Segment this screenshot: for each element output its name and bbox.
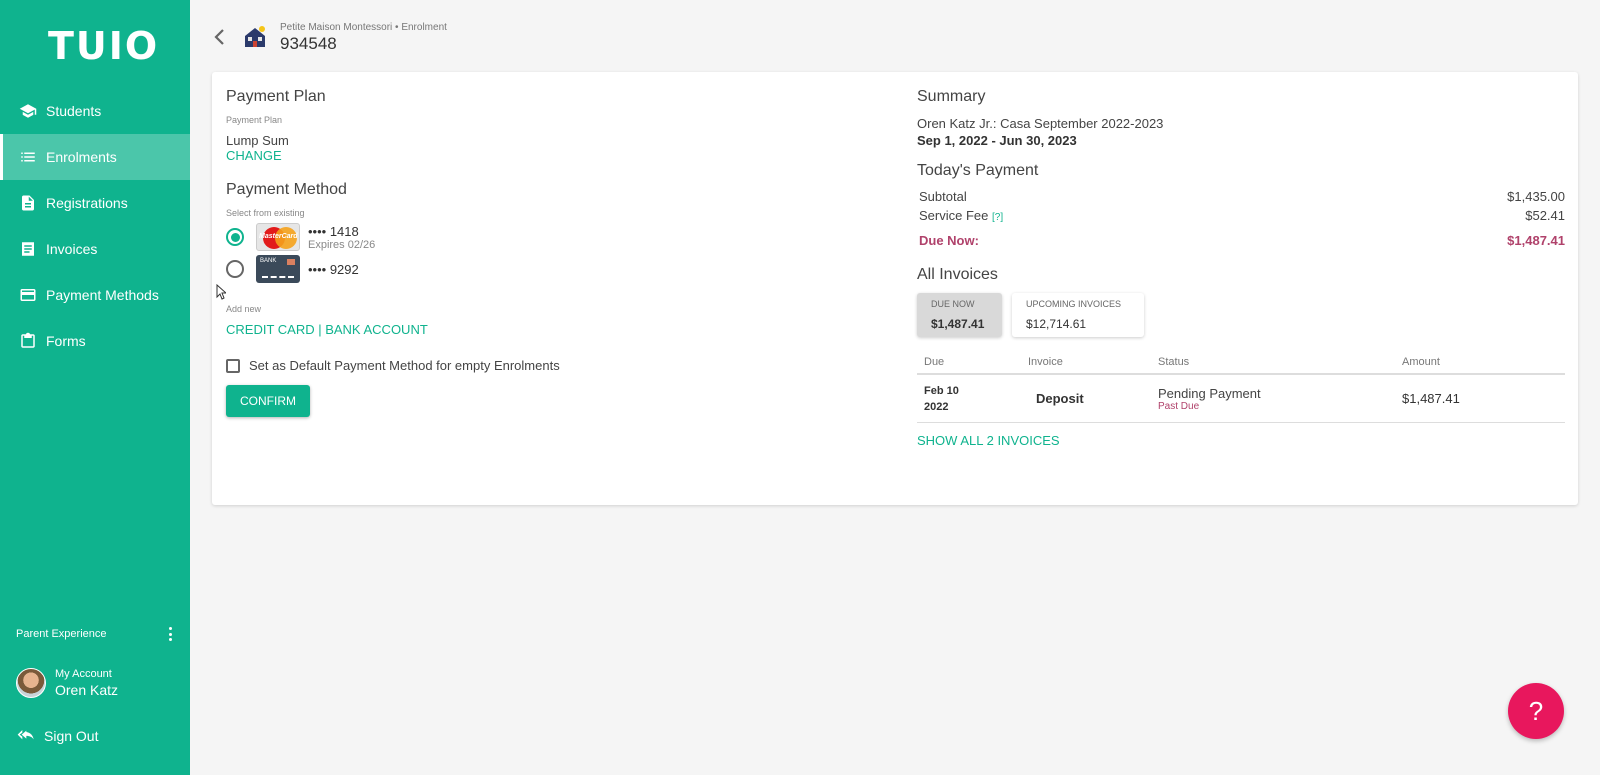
due-month-day: Feb 10 (924, 384, 959, 397)
select-existing-label: Select from existing (226, 208, 305, 218)
tab-value: $1,487.41 (931, 317, 985, 331)
sidebar-item-enrolments[interactable]: Enrolments (0, 134, 190, 180)
payment-column: Payment Plan Payment Plan Lump Sum CHANG… (226, 88, 866, 417)
page-title: 934548 (280, 34, 337, 53)
sidebar-item-students[interactable]: Students (0, 88, 190, 134)
default-method-row[interactable]: Set as Default Payment Method for empty … (226, 358, 866, 373)
show-all-invoices-link[interactable]: SHOW ALL 2 INVOICES (917, 433, 1565, 448)
todays-payment-title: Today's Payment (917, 162, 1039, 179)
service-fee-help[interactable]: [?] (992, 212, 1003, 223)
credit-card-icon (18, 285, 38, 305)
tuio-logo[interactable]: TUIO (48, 24, 159, 68)
mastercard-logo: MasterCard (256, 223, 300, 251)
breadcrumb: Petite Maison Montessori • Enrolment (280, 22, 447, 33)
status-text: Pending Payment (1158, 385, 1261, 401)
add-payment-links[interactable]: CREDIT CARD | BANK ACCOUNT (226, 322, 866, 337)
column-header: Amount (1402, 356, 1440, 368)
radio-bank[interactable] (226, 260, 244, 278)
school-logo (245, 26, 265, 47)
parent-experience-label: Parent Experience (16, 628, 107, 640)
avatar (16, 668, 46, 698)
sign-out-label: Sign Out (44, 728, 99, 744)
question-icon: ? (1528, 695, 1544, 726)
summary-column: Summary Oren Katz Jr.: Casa September 20… (917, 88, 1565, 448)
card-number: •••• 1418 (308, 223, 359, 239)
column-header: Status (1158, 356, 1190, 368)
sidebar-item-invoices[interactable]: Invoices (0, 226, 190, 272)
graduation-cap-icon (18, 101, 38, 121)
program-dates: Sep 1, 2022 - Jun 30, 2023 (917, 133, 1077, 148)
radio-mastercard[interactable] (226, 228, 244, 246)
payment-plan-sublabel: Payment Plan (226, 115, 283, 125)
default-method-checkbox[interactable] (226, 358, 240, 373)
card-expiry: Expires 02/26 (308, 238, 376, 251)
back-button[interactable] (212, 28, 228, 46)
bank-number: •••• 9292 (308, 261, 359, 277)
my-account[interactable]: My Account Oren Katz (16, 668, 118, 698)
document-icon (18, 193, 38, 213)
service-fee-value: $52.41 (1525, 208, 1565, 223)
enrolment-card: Payment Plan Payment Plan Lump Sum CHANG… (212, 72, 1578, 505)
all-invoices-title: All Invoices (917, 266, 998, 283)
invoice-list-icon (18, 239, 38, 259)
payment-method-option[interactable]: BANK •••• 9292 (226, 254, 866, 284)
tab-label: UPCOMING INVOICES (1026, 299, 1122, 309)
payment-method-option[interactable]: MasterCard •••• 1418 Expires 02/26 (226, 222, 866, 252)
tab-upcoming-invoices[interactable]: UPCOMING INVOICES $12,714.61 (1012, 293, 1144, 337)
tab-value: $12,714.61 (1026, 317, 1087, 331)
invoice-name: Deposit (1036, 390, 1084, 406)
due-year: 2022 (924, 400, 949, 413)
add-new-label: Add new (226, 304, 262, 314)
service-fee-row: Service Fee [?] $52.41 (917, 208, 1565, 223)
invoice-tabs: DUE NOW $1,487.41 UPCOMING INVOICES $12,… (917, 293, 1565, 337)
parent-experience: Parent Experience (16, 626, 176, 642)
help-button[interactable]: ? (1508, 683, 1564, 739)
list-icon (18, 147, 38, 167)
payment-plan-value: Lump Sum (226, 133, 289, 148)
sidebar-item-label: Invoices (46, 241, 98, 257)
mouse-cursor-icon (216, 284, 226, 300)
sign-out-button[interactable]: Sign Out (16, 728, 98, 744)
payment-method-title: Payment Method (226, 181, 347, 198)
summary-title: Summary (917, 88, 986, 105)
more-vert-icon[interactable] (164, 626, 176, 642)
due-now-row: Due Now: $1,487.41 (917, 233, 1565, 248)
account-label: My Account (55, 668, 112, 680)
clipboard-icon (18, 331, 38, 351)
column-header: Due (924, 356, 945, 368)
due-now-value: $1,487.41 (1507, 233, 1565, 248)
subtotal-label: Subtotal (919, 189, 967, 204)
due-now-label: Due Now: (919, 233, 979, 248)
invoice-table-header: Due Invoice Status Amount (917, 351, 1565, 375)
tab-due-now[interactable]: DUE NOW $1,487.41 (917, 293, 1002, 337)
sidebar-item-payment-methods[interactable]: Payment Methods (0, 272, 190, 318)
change-plan-link[interactable]: CHANGE (226, 148, 866, 163)
sidebar-item-label: Registrations (46, 195, 128, 211)
confirm-button[interactable]: CONFIRM (226, 385, 310, 417)
service-fee-label: Service Fee (919, 208, 989, 223)
sidebar-item-label: Enrolments (46, 149, 117, 165)
subtotal-row: Subtotal $1,435.00 (917, 189, 1565, 204)
sidebar-item-label: Forms (46, 333, 86, 349)
chevron-left-icon (214, 29, 224, 45)
subtotal-value: $1,435.00 (1507, 189, 1565, 204)
invoice-amount: $1,487.41 (1402, 390, 1460, 406)
payment-plan-title: Payment Plan (226, 88, 326, 105)
column-header: Invoice (1028, 356, 1063, 368)
sidebar-nav: Students Enrolments Registrations Invoic… (0, 88, 190, 364)
sidebar-item-label: Students (46, 103, 102, 119)
reply-all-icon (17, 730, 34, 740)
bank-card-logo: BANK (256, 255, 300, 283)
sidebar-item-forms[interactable]: Forms (0, 318, 190, 364)
table-row[interactable]: Feb 10 2022 Deposit Pending Payment Past… (917, 375, 1565, 423)
program-name: Oren Katz Jr.: Casa September 2022-2023 (917, 116, 1164, 131)
default-method-label: Set as Default Payment Method for empty … (249, 358, 560, 373)
tab-label: DUE NOW (931, 299, 975, 309)
status-badge: Past Due (1158, 400, 1200, 412)
sidebar: TUIO Students Enrolments Registrations I… (0, 0, 190, 775)
sidebar-item-registrations[interactable]: Registrations (0, 180, 190, 226)
account-name: Oren Katz (55, 682, 119, 698)
sidebar-item-label: Payment Methods (46, 287, 159, 303)
